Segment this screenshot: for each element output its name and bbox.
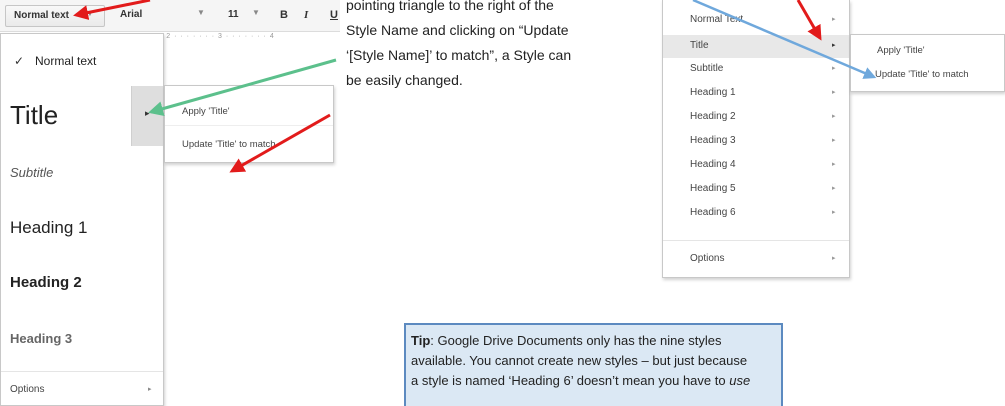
style-item-label: Normal text — [35, 54, 97, 68]
chevron-right-icon: ▸ — [832, 137, 836, 144]
style-item-heading-3[interactable]: Heading 3 — [1, 317, 163, 363]
style-item-label: Options — [10, 384, 45, 395]
bold-button[interactable]: B — [280, 9, 288, 21]
style-item-label: Subtitle — [10, 165, 54, 180]
tip-line: available. You cannot create new styles … — [411, 353, 748, 368]
compact-item-label: Title — [690, 40, 709, 51]
chevron-down-icon: ▼ — [197, 8, 205, 17]
compact-item-subtitle[interactable]: Subtitle ▸ — [663, 58, 849, 81]
chevron-right-icon: ▸ — [148, 386, 152, 393]
chevron-right-icon: ▸ — [832, 16, 836, 23]
triangle-right-icon: ▸ — [832, 42, 836, 49]
tip-line: Tip: Google Drive Documents only has the… — [411, 331, 776, 351]
compact-item-heading-1[interactable]: Heading 1 ▸ — [663, 82, 849, 105]
explanation-line: ‘[Style Name]’ to match”, a Style can — [346, 47, 572, 63]
menu-divider — [165, 125, 333, 126]
tip-text: a style is named ‘Heading 6’ doesn’t mea… — [411, 373, 730, 388]
explanation-line: Style Name and clicking on “Update — [346, 22, 569, 38]
style-item-heading-2[interactable]: Heading 2 — [1, 262, 163, 308]
formatting-toolbar: Normal text ▼ Arial ▼ 11 ▼ B I U — [0, 0, 340, 32]
font-family-select[interactable]: Arial ▼ — [112, 5, 207, 27]
tip-emphasis: use — [729, 373, 751, 388]
chevron-right-icon: ▸ — [832, 185, 836, 192]
style-item-label: Heading 2 — [10, 274, 82, 291]
compact-item-normal-text[interactable]: Normal Text ▸ — [663, 9, 849, 32]
style-menu-compact: Normal Text ▸ Title ▸ Subtitle ▸ Heading… — [662, 0, 850, 278]
style-item-title[interactable]: Title ▸ — [1, 86, 163, 146]
explanation-line: be easily changed. — [346, 72, 463, 88]
chevron-down-icon: ▼ — [86, 9, 94, 18]
paragraph-style-label: Normal text — [14, 10, 70, 21]
explanation-line: pointing triangle to the right of the — [346, 0, 554, 13]
compact-item-label: Normal Text — [690, 14, 744, 25]
paragraph-style-select[interactable]: Normal text ▼ — [5, 5, 105, 27]
underline-button[interactable]: U — [330, 9, 338, 21]
style-item-subtitle[interactable]: Subtitle — [1, 153, 163, 193]
tip-line: a style is named ‘Heading 6’ doesn’t mea… — [411, 371, 776, 391]
tip-label: Tip — [411, 333, 431, 348]
chevron-right-icon: ▸ — [832, 161, 836, 168]
paragraph-style-menu: ✓ Normal text Title ▸ Subtitle Heading 1… — [0, 33, 164, 406]
font-family-label: Arial — [120, 9, 143, 20]
compact-item-label: Heading 2 — [690, 111, 736, 122]
style-item-heading-1[interactable]: Heading 1 — [1, 206, 163, 252]
compact-item-heading-2[interactable]: Heading 2 ▸ — [663, 106, 849, 129]
style-item-options[interactable]: Options ▸ — [1, 372, 163, 406]
title-submenu-compact: Apply 'Title' Update 'Title' to match — [850, 34, 1005, 92]
document-ruler: · 2 · · · · · · · 3 · · · · · · · 4 — [160, 33, 275, 40]
chevron-right-icon: ▸ — [832, 113, 836, 120]
compact-item-heading-6[interactable]: Heading 6 ▸ — [663, 202, 849, 225]
compact-item-heading-5[interactable]: Heading 5 ▸ — [663, 178, 849, 201]
compact-item-label: Heading 4 — [690, 159, 736, 170]
style-item-label: Heading 1 — [10, 218, 88, 237]
compact-item-heading-4[interactable]: Heading 4 ▸ — [663, 154, 849, 177]
chevron-right-icon: ▸ — [832, 209, 836, 216]
italic-button[interactable]: I — [304, 9, 308, 21]
style-item-label: Title — [10, 100, 59, 130]
compact-item-heading-3[interactable]: Heading 3 ▸ — [663, 130, 849, 153]
title-submenu-trigger[interactable]: ▸ — [131, 86, 163, 146]
compact-item-label: Heading 1 — [690, 87, 736, 98]
update-title-option[interactable]: Update 'Title' to match — [182, 139, 276, 150]
chevron-right-icon: ▸ — [832, 255, 836, 262]
apply-title-option[interactable]: Apply 'Title' — [182, 106, 230, 117]
triangle-right-icon: ▸ — [145, 108, 150, 118]
font-size-label: 11 — [228, 9, 239, 20]
compact-item-label: Heading 6 — [690, 207, 736, 218]
compact-item-title[interactable]: Title ▸ — [663, 35, 849, 58]
font-size-select[interactable]: 11 ▼ — [222, 5, 262, 27]
checkmark-icon: ✓ — [14, 54, 25, 68]
compact-item-label: Heading 5 — [690, 183, 736, 194]
tip-box: Tip: Google Drive Documents only has the… — [404, 323, 783, 406]
compact-item-options[interactable]: Options ▸ — [663, 248, 849, 271]
style-item-label: Heading 3 — [10, 331, 73, 346]
apply-title-option[interactable]: Apply 'Title' — [877, 45, 925, 56]
menu-divider — [663, 240, 849, 241]
title-submenu: Apply 'Title' Update 'Title' to match — [164, 85, 334, 163]
chevron-down-icon: ▼ — [252, 8, 260, 17]
compact-item-label: Heading 3 — [690, 135, 736, 146]
chevron-right-icon: ▸ — [832, 89, 836, 96]
compact-item-label: Options — [690, 253, 725, 264]
chevron-right-icon: ▸ — [832, 65, 836, 72]
explanation-text: pointing triangle to the right of the St… — [346, 0, 656, 93]
tip-text: : Google Drive Documents only has the ni… — [430, 333, 722, 348]
update-title-option[interactable]: Update 'Title' to match — [875, 69, 969, 80]
style-item-normal-text[interactable]: ✓ Normal text — [1, 34, 163, 86]
compact-item-label: Subtitle — [690, 63, 724, 74]
